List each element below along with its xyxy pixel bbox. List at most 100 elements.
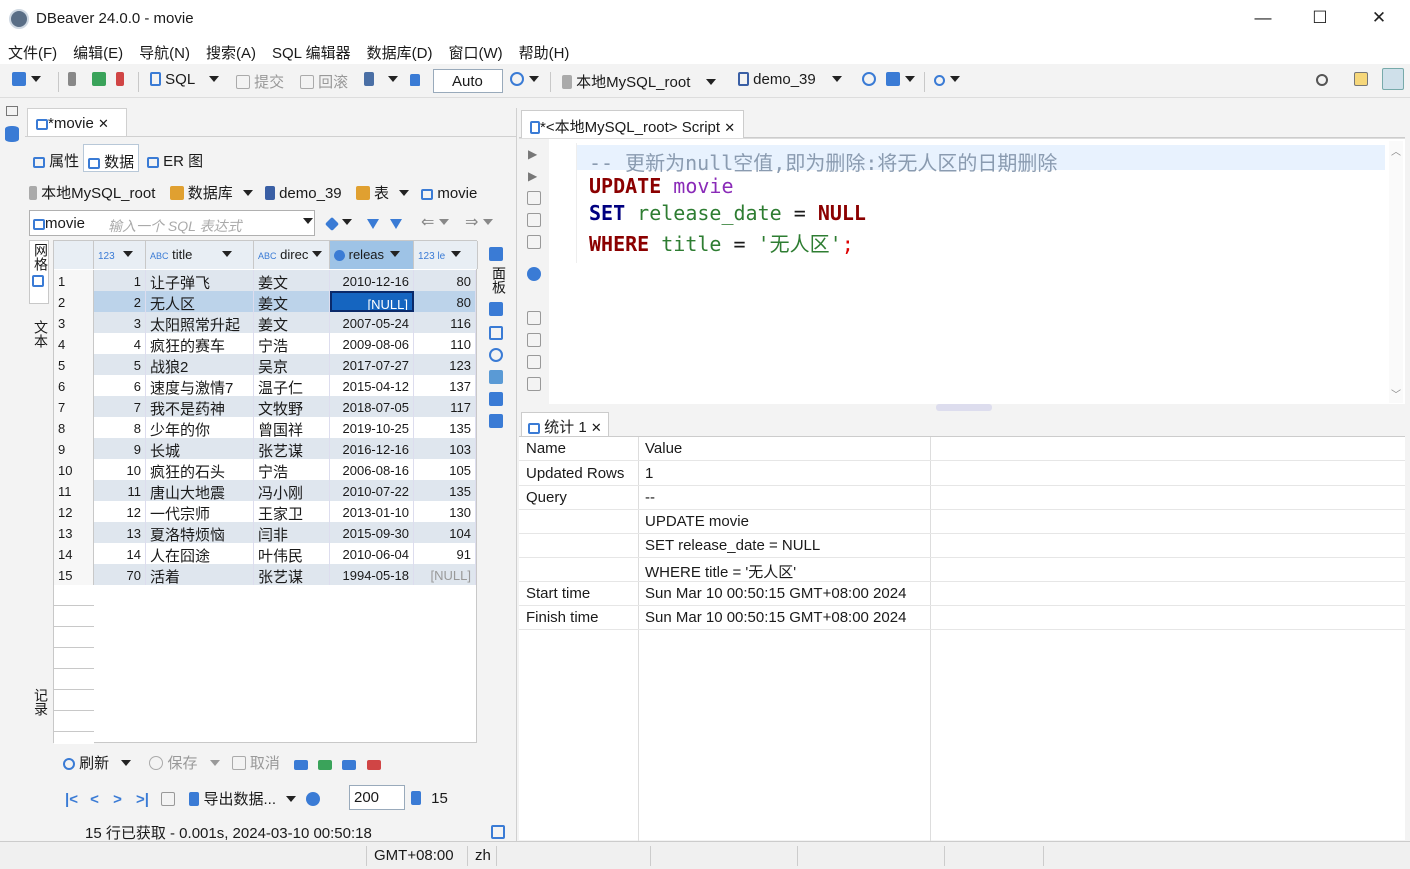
tab-movie[interactable]: *movie ✕	[27, 108, 127, 136]
filter-input[interactable]: 输入一个 SQL 表达式	[108, 216, 278, 236]
cell-date[interactable]: 2010-06-04	[330, 543, 414, 564]
fetch-all-button[interactable]	[161, 791, 176, 808]
tab-er-diagram[interactable]: ER 图	[143, 144, 207, 172]
cell-dir[interactable]: 王家卫	[254, 501, 330, 522]
settings-icon[interactable]	[489, 302, 503, 316]
minimize-view-icon[interactable]	[6, 106, 18, 116]
group-icon[interactable]	[489, 414, 503, 428]
cell-id[interactable]: 3	[94, 312, 146, 333]
console-icon[interactable]	[527, 235, 541, 249]
filter-history-dropdown[interactable]	[298, 213, 313, 230]
cell-n[interactable]: 5	[54, 354, 94, 375]
cell-dir[interactable]: 冯小刚	[254, 480, 330, 501]
table-row[interactable]: 9 9 长城 张艺谋 2016-12-16 103	[54, 438, 476, 459]
cell-n[interactable]: 14	[54, 543, 94, 564]
open-perspective-button[interactable]	[1354, 71, 1368, 88]
cell-date[interactable]: 2015-09-30	[330, 522, 414, 543]
table-row[interactable]: 13 13 夏洛特烦恼 闫非 2015-09-30 104	[54, 522, 476, 543]
cell-n[interactable]: 12	[54, 501, 94, 522]
cell-n[interactable]: 13	[54, 522, 94, 543]
stats-row[interactable]: Start time Sun Mar 10 00:50:15 GMT+08:00 …	[519, 582, 1405, 606]
stats-row[interactable]: Updated Rows 1	[519, 462, 1405, 486]
cell-title[interactable]: 疯狂的赛车	[146, 333, 254, 354]
cell-len[interactable]: 104	[414, 522, 476, 543]
cell-len[interactable]: 130	[414, 501, 476, 522]
menu-database[interactable]: 数据库(D)	[359, 38, 441, 63]
new-script-icon[interactable]	[527, 311, 541, 325]
cell-len[interactable]: 117	[414, 396, 476, 417]
table-row[interactable]: 11 11 唐山大地震 冯小刚 2010-07-22 135	[54, 480, 476, 501]
tools-button[interactable]	[886, 71, 915, 88]
cell-n[interactable]: 6	[54, 375, 94, 396]
cell-n[interactable]: 11	[54, 480, 94, 501]
column-header-release-date[interactable]: releas	[330, 241, 414, 269]
table-row[interactable]: 4 4 疯狂的赛车 宁浩 2009-08-06 110	[54, 333, 476, 354]
format-icon[interactable]	[527, 377, 541, 391]
cell-title[interactable]: 让子弹飞	[146, 270, 254, 291]
table-row[interactable]: 14 14 人在囧途 叶伟民 2010-06-04 91	[54, 543, 476, 564]
last-page-button[interactable]: >|	[136, 791, 149, 808]
cell-title[interactable]: 夏洛特烦恼	[146, 522, 254, 543]
save-button[interactable]: 保存	[149, 755, 220, 772]
cell-dir[interactable]: 张艺谋	[254, 564, 330, 585]
execute-icon[interactable]: ▶	[528, 147, 537, 161]
cell-n[interactable]: 2	[54, 291, 94, 312]
forward-button[interactable]: ⇒	[465, 212, 494, 232]
dbeaver-perspective-button[interactable]	[1382, 68, 1404, 92]
explain-icon[interactable]	[527, 213, 541, 227]
cell-len[interactable]: 80	[414, 270, 476, 291]
commit-button[interactable]: 提交	[236, 71, 284, 92]
fetch-settings-button[interactable]	[306, 791, 321, 808]
open-file-icon[interactable]	[527, 333, 541, 347]
column-header-id[interactable]: 123	[94, 241, 146, 269]
dashboard-button[interactable]	[862, 71, 876, 88]
cell-title[interactable]: 人在囧途	[146, 543, 254, 564]
face-icon[interactable]	[489, 348, 503, 362]
active-connection-selector[interactable]: 本地MySQL_root	[562, 71, 717, 92]
cell-dir[interactable]: 温子仁	[254, 375, 330, 396]
cell-n[interactable]: 8	[54, 417, 94, 438]
cell-id[interactable]: 9	[94, 438, 146, 459]
stats-row[interactable]: Finish time Sun Mar 10 00:50:15 GMT+08:00…	[519, 606, 1405, 630]
splitter-handle[interactable]	[936, 404, 992, 411]
gear-icon[interactable]	[527, 267, 541, 281]
menu-window[interactable]: 窗口(W)	[440, 38, 510, 63]
maximize-button[interactable]: ☐	[1305, 8, 1335, 28]
cell-date[interactable]: 2010-07-22	[330, 480, 414, 501]
cell-id[interactable]: 4	[94, 333, 146, 354]
next-page-button[interactable]: >	[113, 791, 122, 808]
cell-dir[interactable]: 姜文	[254, 291, 330, 312]
first-page-button[interactable]: |<	[65, 791, 78, 808]
cell-len[interactable]: 103	[414, 438, 476, 459]
panel-toggle-icon[interactable]	[491, 824, 505, 841]
layout-icon[interactable]	[489, 392, 503, 406]
cell-dir[interactable]: 姜文	[254, 312, 330, 333]
close-icon[interactable]: ✕	[98, 116, 109, 131]
transaction-mode-select[interactable]: Auto	[433, 69, 503, 93]
cell-id[interactable]: 14	[94, 543, 146, 564]
cell-title[interactable]: 少年的你	[146, 417, 254, 438]
search-tool-button[interactable]	[934, 71, 960, 88]
cell-title[interactable]: 长城	[146, 438, 254, 459]
cell-id[interactable]: 12	[94, 501, 146, 522]
panels-icon[interactable]	[489, 247, 503, 261]
stats-row[interactable]: Query --	[519, 486, 1405, 510]
cell-title[interactable]: 一代宗师	[146, 501, 254, 522]
tab-properties[interactable]: 属性	[29, 144, 83, 172]
cell-len[interactable]: 105	[414, 459, 476, 480]
filter-clear-button[interactable]	[390, 214, 402, 231]
cell-date[interactable]: 2010-12-16	[330, 270, 414, 291]
cell-len[interactable]: 135	[414, 480, 476, 501]
script-icon[interactable]	[527, 191, 541, 205]
fetch-size-input[interactable]: 200	[349, 785, 405, 810]
stats-row[interactable]: UPDATE movie	[519, 510, 1405, 534]
cell-title[interactable]: 战狼2	[146, 354, 254, 375]
cell-title[interactable]: 疯狂的石头	[146, 459, 254, 480]
cell-dir[interactable]: 曾国祥	[254, 417, 330, 438]
menu-sql-editor[interactable]: SQL 编辑器	[264, 38, 359, 63]
cell-id[interactable]: 70	[94, 564, 146, 585]
cell-len[interactable]: 135	[414, 417, 476, 438]
add-row-button[interactable]	[318, 755, 333, 772]
back-button[interactable]: ⇐	[421, 212, 450, 232]
export-data-button[interactable]: 导出数据...	[189, 791, 297, 808]
